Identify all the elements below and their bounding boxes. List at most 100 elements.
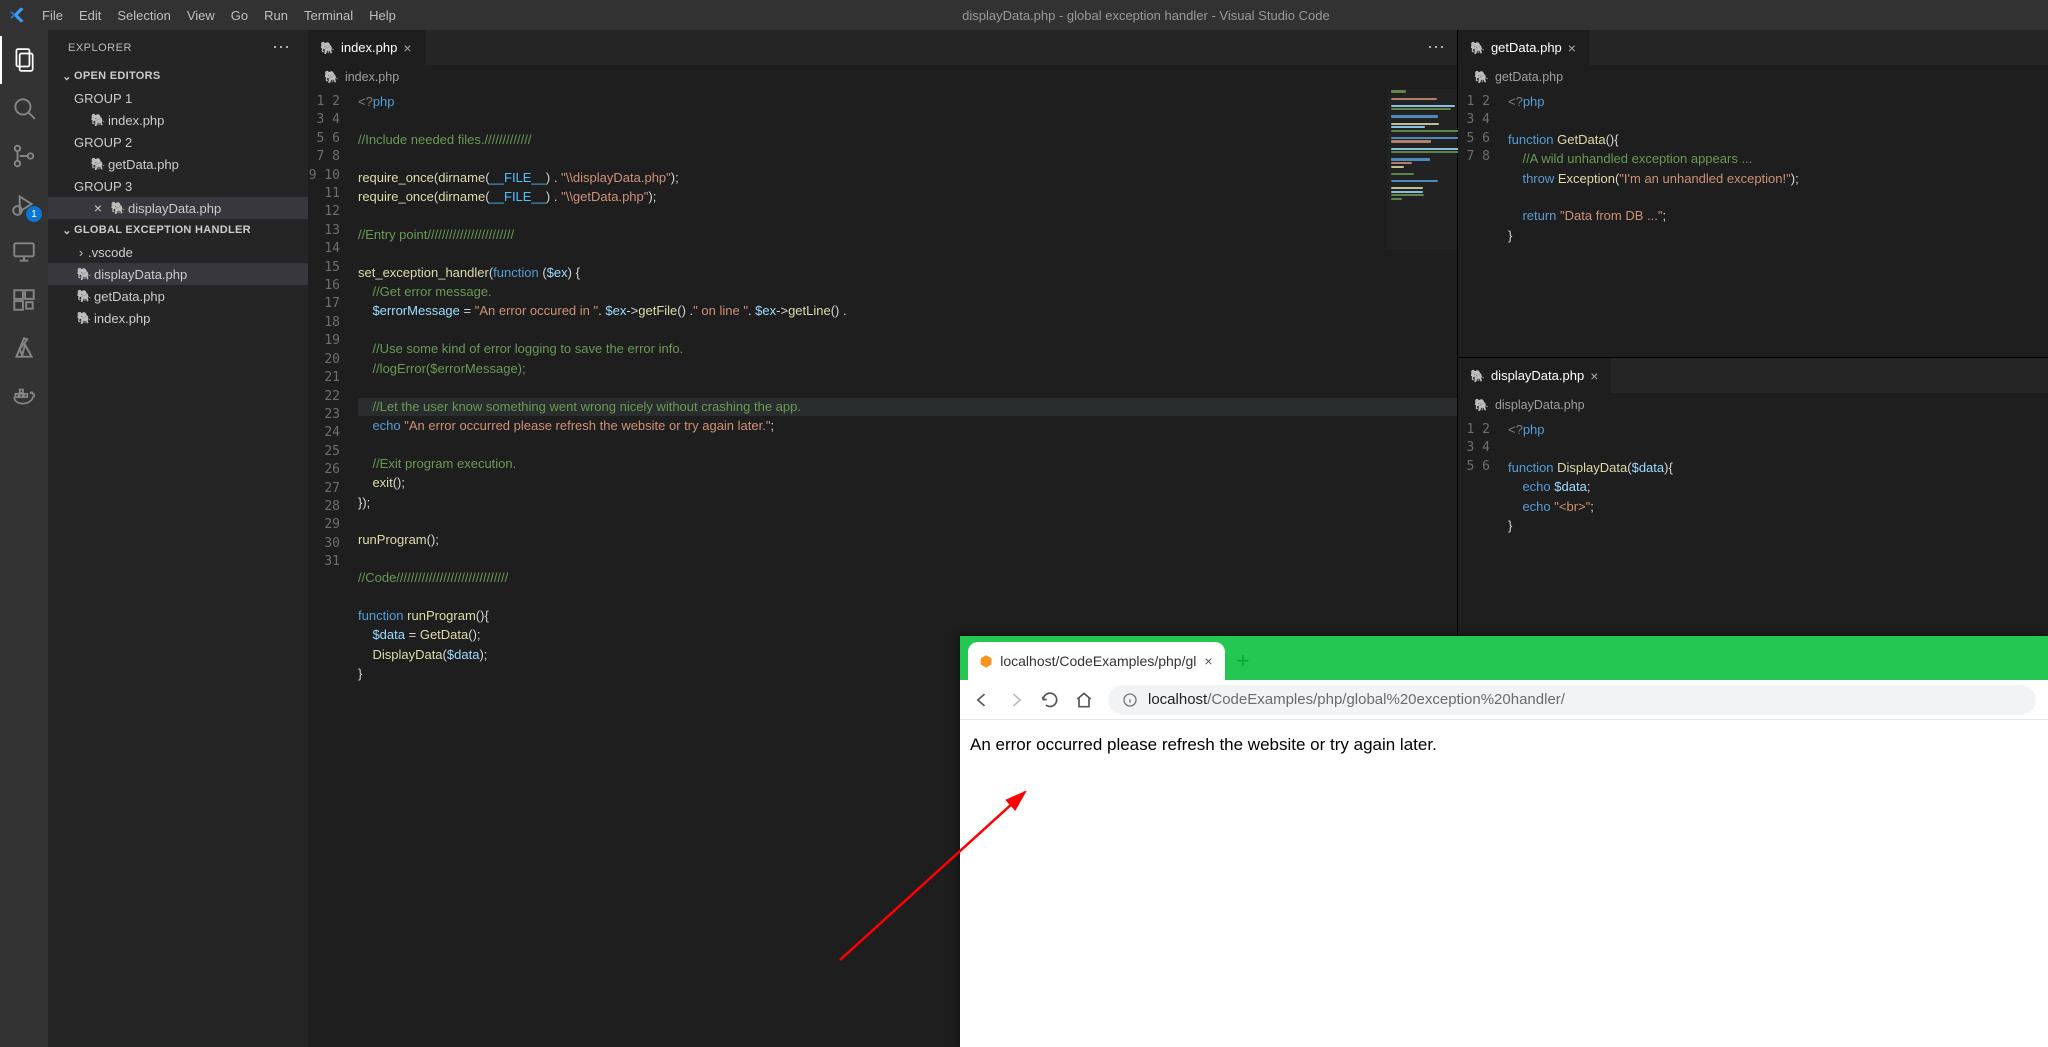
tree-label: .vscode	[88, 245, 308, 260]
editor-actions-icon[interactable]: ⋯	[1417, 30, 1457, 65]
php-icon: 🐘	[74, 311, 94, 325]
tab-displaydata-php[interactable]: 🐘 displayData.php ×	[1458, 358, 1611, 393]
tree-label: GROUP 1	[74, 91, 308, 106]
close-icon[interactable]: ×	[88, 200, 108, 216]
php-icon: 🐘	[324, 70, 339, 84]
tree-label: displayData.php	[94, 267, 308, 282]
source-control-icon[interactable]	[0, 132, 48, 180]
xampp-favicon-icon: ⬢	[980, 653, 992, 670]
explorer-tree: ⌄OPEN EDITORSGROUP 1🐘index.phpGROUP 2🐘ge…	[48, 65, 308, 1047]
menu-file[interactable]: File	[34, 8, 71, 23]
close-icon[interactable]: ×	[1568, 40, 1576, 56]
browser-tab-strip: ⬢ localhost/CodeExamples/php/gl × +	[960, 636, 2048, 680]
remote-explorer-icon[interactable]	[0, 228, 48, 276]
php-icon: 🐘	[1470, 369, 1485, 383]
php-icon: 🐘	[74, 289, 94, 303]
folder-item[interactable]: ›.vscode	[48, 241, 308, 263]
php-icon: 🐘	[1470, 41, 1485, 55]
open-editor-item[interactable]: 🐘getData.php	[48, 153, 308, 175]
info-icon	[1122, 692, 1138, 708]
docker-icon[interactable]	[0, 372, 48, 420]
open-editor-item[interactable]: 🐘index.php	[48, 109, 308, 131]
breadcrumb[interactable]: 🐘 index.php	[308, 65, 1457, 89]
open-editors-section[interactable]: ⌄OPEN EDITORS	[48, 65, 308, 87]
breadcrumb-label: displayData.php	[1495, 398, 1585, 412]
browser-toolbar: localhost/CodeExamples/php/global%20exce…	[960, 680, 2048, 720]
run-badge: 1	[26, 206, 42, 222]
forward-icon[interactable]	[1006, 690, 1026, 710]
tree-label: index.php	[108, 113, 308, 128]
reload-icon[interactable]	[1040, 690, 1060, 710]
breadcrumb-label: index.php	[345, 70, 399, 84]
breadcrumb-label: getData.php	[1495, 70, 1563, 84]
line-gutter: 1 2 3 4 5 6 7 8 9 10 11 12 13 14 15 16 1…	[308, 89, 358, 1047]
php-icon: 🐘	[108, 201, 128, 215]
php-icon: 🐘	[74, 267, 94, 281]
home-icon[interactable]	[1074, 690, 1094, 710]
editor-group-label: GROUP 1	[48, 87, 308, 109]
php-icon: 🐘	[1474, 70, 1489, 84]
tab-label: getData.php	[1491, 40, 1562, 55]
sidebar-header: EXPLORER ⋯	[48, 30, 308, 65]
menu-edit[interactable]: Edit	[71, 8, 109, 23]
chevron-icon[interactable]: ⌄	[60, 224, 74, 237]
vscode-window: FileEditSelectionViewGoRunTerminalHelp d…	[0, 0, 2048, 1047]
breadcrumb[interactable]: 🐘 getData.php	[1458, 65, 2048, 89]
browser-tab[interactable]: ⬢ localhost/CodeExamples/php/gl ×	[968, 642, 1225, 680]
browser-page: An error occurred please refresh the web…	[960, 720, 2048, 1047]
tree-label: GROUP 3	[74, 179, 308, 194]
new-tab-button[interactable]: +	[1225, 642, 1262, 680]
tab-label: index.php	[341, 40, 397, 55]
sidebar-more-icon[interactable]: ⋯	[272, 37, 292, 58]
sidebar-title: EXPLORER	[68, 42, 132, 54]
search-icon[interactable]	[0, 84, 48, 132]
extensions-icon[interactable]	[0, 276, 48, 324]
url-text: localhost/CodeExamples/php/global%20exce…	[1148, 691, 1565, 708]
tab-bar: 🐘 displayData.php ×	[1458, 358, 2048, 393]
tree-label: displayData.php	[128, 201, 308, 216]
chevron-icon[interactable]: ›	[74, 245, 88, 260]
breadcrumb[interactable]: 🐘 displayData.php	[1458, 393, 2048, 417]
run-debug-icon[interactable]: 1	[0, 180, 48, 228]
code-content[interactable]: <?php function GetData(){ //A wild unhan…	[1508, 89, 2048, 357]
tree-label: getData.php	[108, 157, 308, 172]
minimap[interactable]	[1387, 89, 1457, 249]
menu-help[interactable]: Help	[361, 8, 404, 23]
close-icon[interactable]: ×	[1204, 653, 1212, 669]
code-editor[interactable]: 1 2 3 4 5 6 7 8 <?php function GetData()…	[1458, 89, 2048, 357]
workspace-section[interactable]: ⌄GLOBAL EXCEPTION HANDLER	[48, 219, 308, 241]
browser-window: ⬢ localhost/CodeExamples/php/gl × + loca…	[960, 636, 2048, 1047]
menu-bar: FileEditSelectionViewGoRunTerminalHelp	[34, 8, 404, 23]
window-title: displayData.php - global exception handl…	[404, 8, 2048, 23]
tab-index-php[interactable]: 🐘 index.php ×	[308, 30, 425, 65]
line-gutter: 1 2 3 4 5 6 7 8	[1458, 89, 1508, 357]
menu-view[interactable]: View	[179, 8, 223, 23]
menu-terminal[interactable]: Terminal	[296, 8, 361, 23]
explorer-icon[interactable]	[0, 36, 48, 84]
open-editor-item[interactable]: ×🐘displayData.php	[48, 197, 308, 219]
php-icon: 🐘	[88, 113, 108, 127]
tab-bar: 🐘 getData.php ×	[1458, 30, 2048, 65]
tree-label: index.php	[94, 311, 308, 326]
azure-icon[interactable]	[0, 324, 48, 372]
tab-getdata-php[interactable]: 🐘 getData.php ×	[1458, 30, 1589, 65]
file-item[interactable]: 🐘getData.php	[48, 285, 308, 307]
back-icon[interactable]	[972, 690, 992, 710]
address-bar[interactable]: localhost/CodeExamples/php/global%20exce…	[1108, 685, 2036, 715]
tab-bar: 🐘 index.php × ⋯	[308, 30, 1457, 65]
menu-selection[interactable]: Selection	[109, 8, 178, 23]
menu-run[interactable]: Run	[256, 8, 296, 23]
php-icon: 🐘	[1474, 398, 1489, 412]
sidebar: EXPLORER ⋯ ⌄OPEN EDITORSGROUP 1🐘index.ph…	[48, 30, 308, 1047]
php-icon: 🐘	[88, 157, 108, 171]
close-icon[interactable]: ×	[1590, 368, 1598, 384]
close-icon[interactable]: ×	[403, 40, 411, 56]
file-item[interactable]: 🐘index.php	[48, 307, 308, 329]
file-item[interactable]: 🐘displayData.php	[48, 263, 308, 285]
editor-group-label: GROUP 2	[48, 131, 308, 153]
tree-label: GLOBAL EXCEPTION HANDLER	[74, 224, 308, 236]
chevron-icon[interactable]: ⌄	[60, 70, 74, 83]
menu-go[interactable]: Go	[223, 8, 256, 23]
page-body-text: An error occurred please refresh the web…	[970, 735, 1437, 754]
php-icon: 🐘	[320, 41, 335, 55]
